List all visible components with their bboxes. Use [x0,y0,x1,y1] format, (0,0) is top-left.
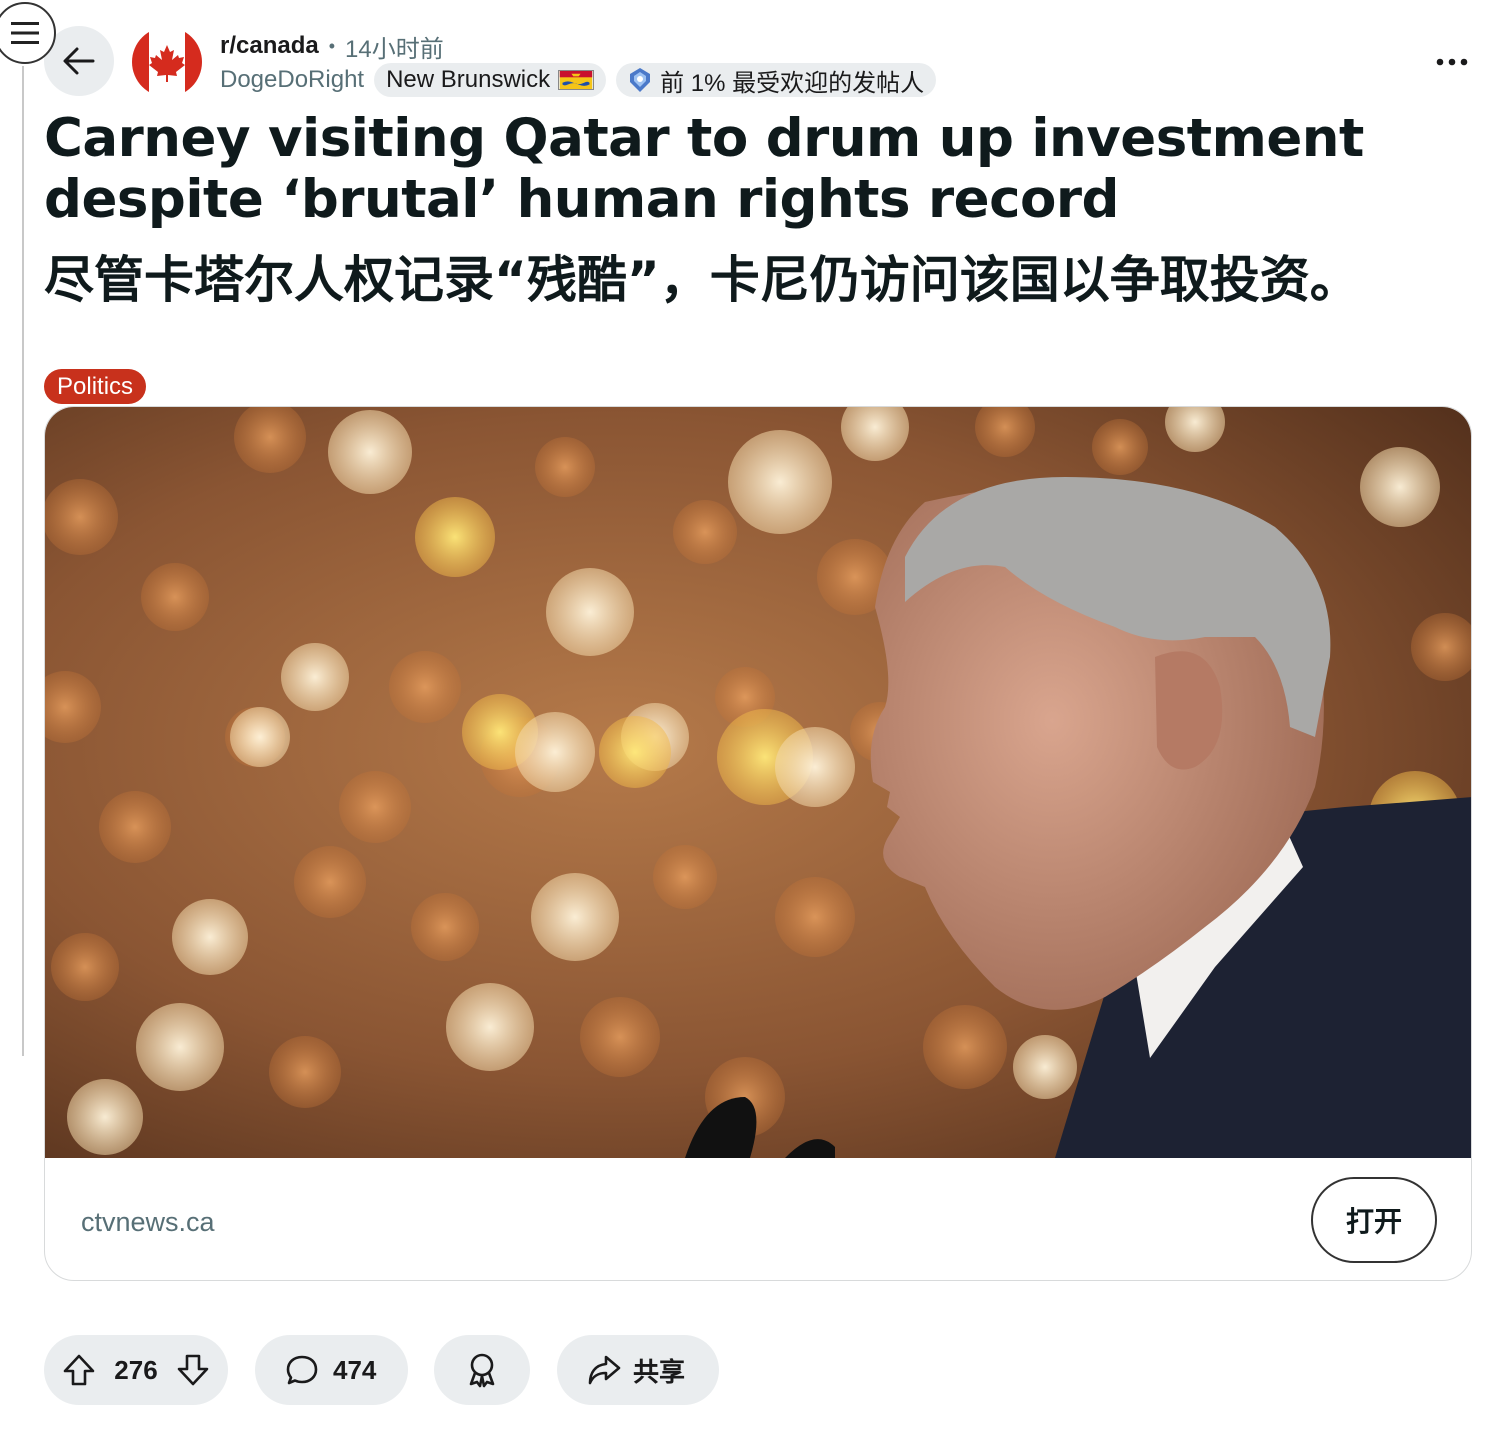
subreddit-avatar[interactable] [132,27,202,97]
user-flair: New Brunswick [374,63,607,97]
comments-button[interactable]: 474 [255,1335,408,1405]
post-flair-politics[interactable]: Politics [44,369,147,404]
back-arrow-icon [63,47,95,75]
comment-icon [286,1355,318,1385]
share-icon [588,1355,621,1385]
award-icon [469,1353,495,1388]
share-label: 共享 [633,1356,686,1387]
vote-control: 276 [44,1335,228,1405]
downvote-icon[interactable] [176,1353,210,1387]
subreddit-name[interactable]: r/canada [220,32,319,60]
upvote-count: 276 [114,1354,158,1385]
open-link-button[interactable]: 打开 [1311,1177,1437,1263]
comment-count: 474 [333,1354,377,1385]
post-time: 14小时前 [345,35,444,63]
more-options-icon [1436,58,1468,66]
award-button[interactable] [434,1335,530,1405]
post-meta-line: r/canada • 14小时前 [220,30,444,63]
achievement-badge[interactable]: 前 1% 最受欢迎的发帖人 [616,63,937,97]
link-domain: ctvnews.ca [81,1207,215,1237]
link-preview-card[interactable]: ctvnews.ca 打开 [44,406,1472,1281]
achievement-badge-text: 前 1% 最受欢迎的发帖人 [660,69,925,97]
more-options-button[interactable] [1426,40,1478,84]
menu-icon [11,22,39,44]
author-line: DogeDoRight New Brunswick 前 1% 最受欢迎的发帖人 [220,63,946,97]
top-poster-badge-icon [630,68,651,92]
thread-line [22,66,24,1056]
author-username[interactable]: DogeDoRight [220,66,364,94]
post-title: Carney visiting Qatar to drum up investm… [44,108,1364,230]
user-flair-text: New Brunswick [386,66,551,93]
meta-separator-dot: • [328,35,336,56]
share-button[interactable]: 共享 [557,1335,719,1405]
new-brunswick-flag-icon [558,70,595,90]
post-title-translation: 尽管卡塔尔人权记录“残酷”，卡尼仍访问该国以争取投资。 [44,251,1360,309]
canada-flag-icon [132,27,202,97]
upvote-icon[interactable] [62,1353,96,1387]
article-thumbnail[interactable] [45,407,1472,1158]
